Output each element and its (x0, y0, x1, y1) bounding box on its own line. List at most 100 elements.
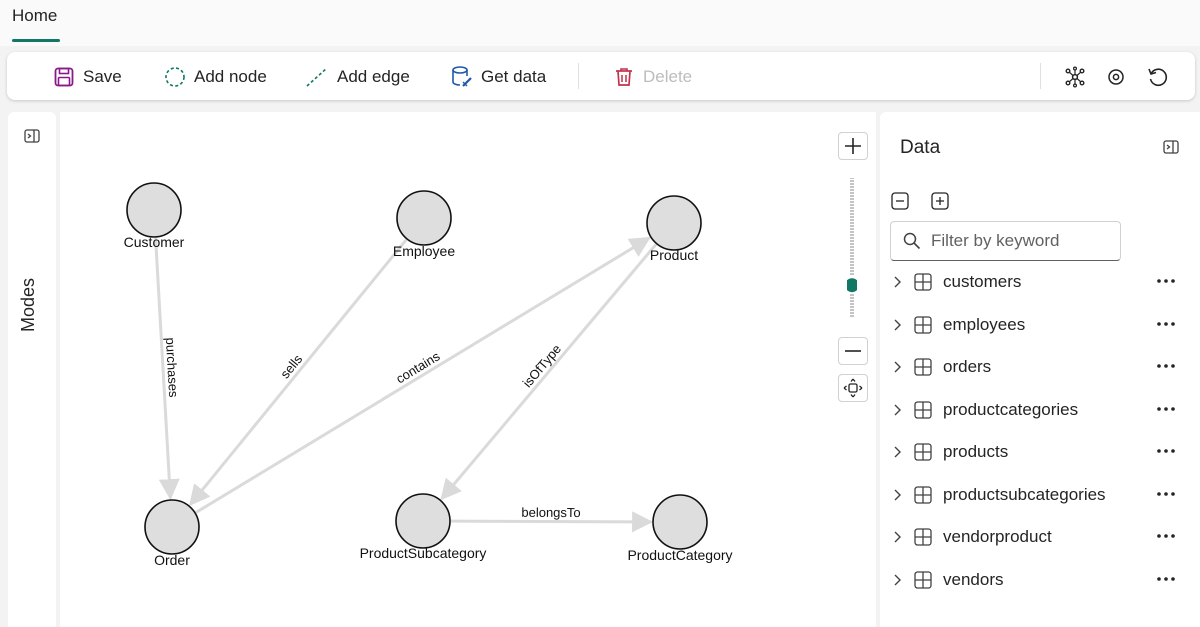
toolbar: Save Add node Add edge Get data Delete (7, 52, 1195, 100)
table-name: products (943, 442, 1009, 461)
table-icon (914, 443, 932, 461)
table-icon (914, 358, 932, 376)
chevron-right-icon[interactable] (892, 445, 902, 459)
node-label: Product (650, 247, 698, 263)
zoom-slider-thumb (847, 276, 857, 295)
panel-toggle-icon[interactable] (1163, 139, 1179, 155)
get-data-button[interactable]: Get data (451, 64, 546, 90)
get-data-label: Get data (481, 67, 547, 86)
table-name: vendors (943, 569, 1004, 589)
add-node-icon (165, 67, 185, 87)
database-icon (452, 66, 472, 87)
edge-sells[interactable] (189, 238, 408, 507)
filter-box[interactable] (890, 221, 1121, 261)
node-label: ProductSubcategory (360, 545, 487, 561)
table-row[interactable]: employees (880, 304, 1200, 347)
fit-view-icon (843, 378, 863, 398)
table-icon (914, 485, 932, 504)
delete-label: Delete (643, 67, 693, 86)
add-node-label: Add node (194, 67, 267, 86)
table-name: orders (943, 357, 992, 376)
more-options-icon[interactable] (1154, 484, 1178, 504)
more-options-icon[interactable] (1154, 356, 1178, 376)
edge-isoftype[interactable] (440, 243, 658, 501)
table-row[interactable]: productcategories (880, 389, 1200, 432)
trash-icon (616, 68, 632, 86)
add-edge-button[interactable]: Add edge (305, 64, 410, 90)
add-edge-icon (306, 67, 328, 87)
plus-icon (845, 138, 861, 154)
table-icon (914, 528, 932, 546)
edge-label: isOfType (520, 341, 565, 390)
toolbar-divider (578, 63, 579, 89)
toolbar-divider-right (1040, 63, 1041, 89)
table-row[interactable]: products (880, 431, 1200, 474)
tab-home[interactable]: Home (12, 6, 57, 26)
search-icon (903, 232, 921, 250)
table-name: employees (943, 314, 1026, 334)
chevron-right-icon[interactable] (892, 360, 902, 374)
edge-contains[interactable] (195, 236, 651, 514)
data-panel-title: Data (900, 137, 941, 158)
node-product[interactable] (646, 195, 702, 251)
add-node-button[interactable]: Add node (164, 64, 267, 90)
chevron-right-icon[interactable] (892, 530, 902, 544)
node-order[interactable] (144, 499, 200, 555)
node-label: Order (154, 552, 190, 568)
table-name: productcategories (943, 399, 1079, 419)
data-panel: Data customers employees orders productcate… (880, 112, 1200, 627)
chevron-right-icon[interactable] (892, 573, 902, 587)
collapse-all-icon[interactable] (891, 192, 909, 210)
more-options-icon[interactable] (1154, 271, 1178, 291)
panel-toggle-icon[interactable] (24, 128, 40, 144)
modes-rail: Modes (8, 112, 56, 627)
add-edge-label: Add edge (337, 67, 410, 86)
table-icon (914, 315, 932, 334)
node-label: Employee (393, 243, 455, 259)
tab-home-underline (12, 39, 60, 42)
fit-to-view-button[interactable] (838, 374, 868, 402)
chevron-right-icon[interactable] (892, 403, 902, 417)
table-row[interactable]: vendorproduct (880, 516, 1200, 559)
zoom-slider[interactable] (847, 178, 857, 318)
more-options-icon[interactable] (1154, 399, 1178, 419)
save-label: Save (83, 67, 122, 86)
node-customer[interactable] (126, 182, 182, 238)
focus-icon[interactable] (1103, 64, 1129, 90)
more-options-icon[interactable] (1154, 526, 1178, 546)
tables-list: customers employees orders productcategorie… (880, 261, 1200, 601)
node-employee[interactable] (396, 190, 452, 246)
node-productcategory[interactable] (652, 494, 708, 550)
table-row[interactable]: productsubcategories (880, 474, 1200, 517)
tab-bar: Home (0, 0, 1200, 46)
chevron-right-icon[interactable] (892, 275, 902, 289)
graph-layout-icon[interactable] (1062, 64, 1088, 90)
table-icon (914, 400, 932, 419)
edge-belongsto[interactable] (450, 511, 654, 533)
save-button[interactable]: Save (53, 64, 122, 90)
graph-canvas[interactable]: purchases sells contains isOfType belongsTo … (60, 112, 876, 627)
more-options-icon[interactable] (1154, 314, 1178, 334)
graph-svg[interactable]: purchases sells contains isOfTypebelongsTo … (60, 112, 876, 627)
expand-all-icon[interactable] (931, 192, 949, 210)
modes-label[interactable]: Modes (18, 278, 39, 332)
edge-label: belongsTo (521, 505, 580, 520)
zoom-out-button[interactable] (838, 337, 868, 365)
chevron-right-icon[interactable] (892, 488, 902, 502)
table-name: customers (943, 272, 1022, 291)
table-row[interactable]: customers (880, 261, 1200, 304)
node-productsubcategory[interactable] (395, 493, 451, 549)
reset-icon[interactable] (1144, 64, 1170, 90)
delete-button[interactable]: Delete (613, 64, 692, 90)
chevron-right-icon[interactable] (892, 318, 902, 332)
table-row[interactable]: vendors (880, 559, 1200, 602)
table-name: productsubcategories (943, 484, 1106, 504)
zoom-in-button[interactable] (838, 132, 868, 160)
table-icon (914, 570, 932, 589)
more-options-icon[interactable] (1154, 441, 1178, 461)
filter-input[interactable] (931, 231, 1111, 251)
more-options-icon[interactable] (1154, 569, 1178, 589)
node-label: Customer (124, 234, 185, 250)
table-row[interactable]: orders (880, 346, 1200, 389)
minus-icon (845, 350, 861, 352)
